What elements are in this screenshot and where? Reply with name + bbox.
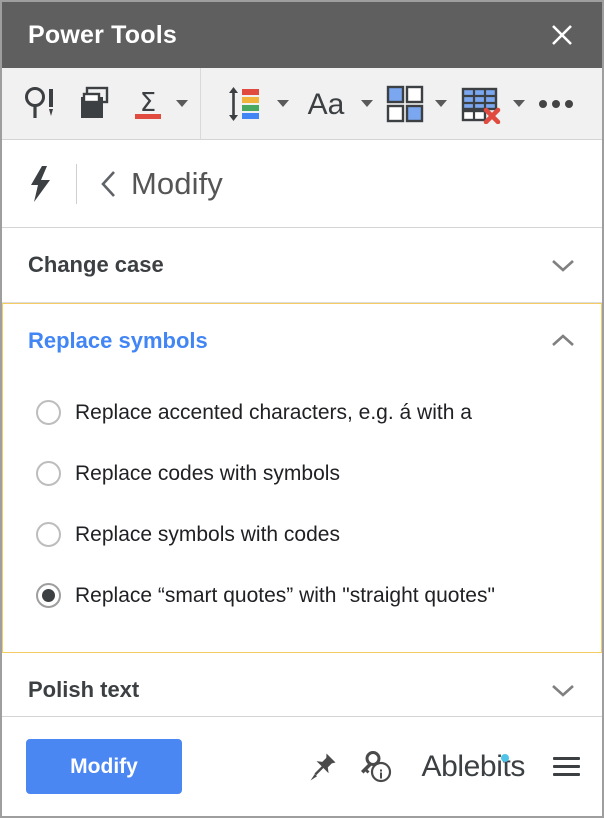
radio-button[interactable] [36,522,61,547]
sum-formulas-icon[interactable]: Σ [122,80,174,128]
chevron-down-icon[interactable] [176,100,188,107]
section-title: Replace symbols [28,328,208,353]
ablebits-wordmark: Ablebits [421,749,525,783]
radio-option-accented-characters[interactable]: Replace accented characters, e.g. á with… [36,382,602,443]
modify-button[interactable]: Modify [26,739,182,794]
sections-list: Change case Replace symbols Replace acce… [2,228,602,716]
sort-color-icon[interactable] [215,80,275,128]
section-header-change-case[interactable]: Change case [2,228,602,302]
section-title: Change case [28,252,164,277]
pin-icon[interactable] [305,750,339,784]
page-header: Modify [2,140,602,228]
lightning-bolt-icon [24,164,58,204]
back-button[interactable] [99,168,119,200]
ablebits-logo[interactable]: Ablebits [413,750,531,784]
section-change-case: Change case [2,228,602,303]
section-header-polish-text[interactable]: Polish text [2,653,602,716]
toolbar: Σ Aa [2,67,602,140]
hamburger-menu-icon[interactable] [553,757,580,776]
ablebits-dot-icon [501,753,510,762]
chevron-down-icon[interactable] [277,100,289,107]
power-tools-panel: Power Tools Σ Aa Modify Change case Repl… [0,0,604,818]
section-polish-text: Polish text [2,653,602,716]
footer: Modify Ablebits [2,716,602,816]
chevron-down-icon[interactable] [513,100,525,107]
radio-option-symbols-to-codes[interactable]: Replace symbols with codes [36,504,602,565]
header-divider [76,163,77,204]
radio-label: Replace codes with symbols [75,461,340,485]
radio-label: Replace “smart quotes” with "straight qu… [75,583,495,607]
chevron-down-icon[interactable] [550,257,576,273]
find-and-replace-icon[interactable] [14,80,68,128]
chevron-down-icon[interactable] [550,682,576,698]
sheets-manager-icon[interactable] [68,80,122,128]
radio-label: Replace accented characters, e.g. á with… [75,400,472,424]
radio-option-smart-quotes[interactable]: Replace “smart quotes” with "straight qu… [36,565,602,626]
chevron-down-icon[interactable] [361,100,373,107]
text-icon[interactable]: Aa [293,80,359,128]
toolbar-group-2: Aa [201,68,583,139]
svg-text:Σ: Σ [140,88,156,118]
footer-icons: Ablebits [305,748,580,786]
radio-button-selected[interactable] [36,583,61,608]
chevron-down-icon[interactable] [435,100,447,107]
section-header-replace-symbols[interactable]: Replace symbols [2,304,602,378]
radio-label: Replace symbols with codes [75,522,340,546]
titlebar: Power Tools [2,2,602,68]
radio-button[interactable] [36,461,61,486]
clear-table-icon[interactable] [451,80,511,128]
section-title: Polish text [28,677,140,702]
radio-button[interactable] [36,400,61,425]
toolbar-group-1: Σ [2,68,200,139]
radio-option-codes-to-symbols[interactable]: Replace codes with symbols [36,443,602,504]
window-title: Power Tools [28,20,177,49]
section-body-replace-symbols: Replace accented characters, e.g. á with… [2,378,602,652]
svg-text:Aa: Aa [308,88,345,121]
section-replace-symbols: Replace symbols Replace accented charact… [2,303,602,653]
chevron-up-icon[interactable] [550,333,576,349]
page-title: Modify [131,165,223,201]
split-merge-icon[interactable] [377,80,433,128]
close-icon[interactable] [542,15,582,55]
key-info-icon[interactable] [357,748,395,786]
more-dots-icon[interactable] [529,94,583,114]
